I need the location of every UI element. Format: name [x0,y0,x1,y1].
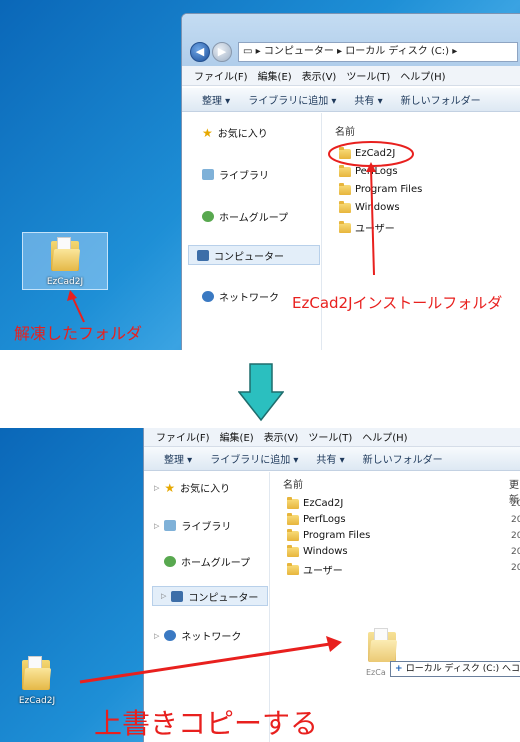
annotation-arrow [71,295,85,323]
install-folder-annotation: EzCad2Jインストールフォルダ [292,294,503,312]
arrow-head [326,636,342,652]
top-screenshot: EzCad2J ◀ ▶ ▭ ▸ コンピューター ▸ ローカル ディスク (C:)… [0,0,520,350]
arrow-head [366,162,376,172]
unzipped-folder-annotation: 解凍したフォルダ [14,324,143,343]
annotation-arrow [79,642,331,684]
arrow-head [67,290,77,301]
overwrite-annotation: 上書きコピーする [94,707,319,740]
annotation-arrow [370,167,375,276]
bottom-screenshot: EzCad2J ファイル(F) 編集(E) 表示(V) ツール(T) ヘルプ(H… [0,428,520,742]
annotation-overlay [79,636,342,684]
down-arrow-icon [238,363,284,422]
